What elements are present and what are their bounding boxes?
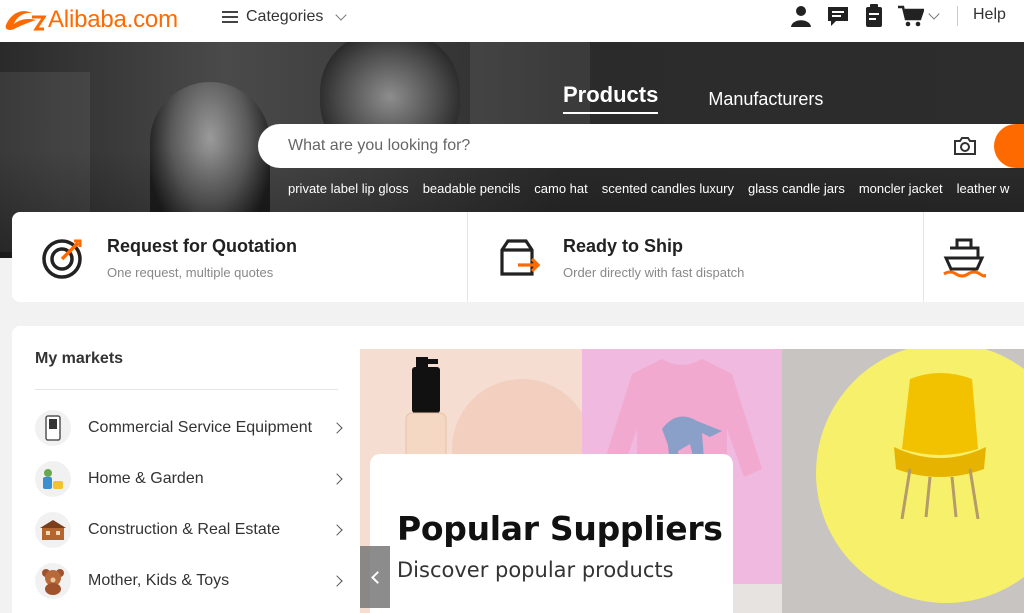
- search-tabs: Products Manufacturers: [563, 82, 823, 114]
- tab-products[interactable]: Products: [563, 82, 659, 114]
- cart-icon[interactable]: [898, 5, 940, 27]
- popular-suppliers-card[interactable]: Popular Suppliers Discover popular produ…: [370, 454, 733, 613]
- account-icon[interactable]: [790, 5, 812, 27]
- carousel-prev-button[interactable]: [360, 546, 390, 608]
- top-bar: Alibaba.com Categories Help: [0, 0, 1024, 42]
- help-link[interactable]: Help: [973, 6, 1006, 24]
- market-item-construction-real-estate[interactable]: Construction & Real Estate: [35, 510, 345, 550]
- trending-search-link[interactable]: private label lip gloss: [288, 181, 409, 196]
- chevron-right-icon: [331, 473, 343, 485]
- trending-search-link[interactable]: beadable pencils: [423, 181, 521, 196]
- categories-label: Categories: [246, 8, 324, 25]
- service-title: Request for Quotation: [107, 236, 297, 256]
- equipment-icon: [35, 410, 71, 446]
- chevron-right-icon: [331, 524, 343, 536]
- categories-menu[interactable]: Categories: [222, 6, 348, 28]
- alibaba-logo-icon: [5, 11, 46, 31]
- header-divider: [957, 6, 958, 26]
- trending-search-link[interactable]: glass candle jars: [748, 181, 845, 196]
- trending-search-link[interactable]: moncler jacket: [859, 181, 943, 196]
- service-subtitle: Order directly with fast dispatch: [563, 265, 745, 280]
- search-bar: [258, 124, 1024, 168]
- search-button[interactable]: [994, 124, 1024, 168]
- promo-carousel: Popular Suppliers Discover popular produ…: [360, 349, 1024, 613]
- chevron-down-icon: [928, 8, 940, 20]
- market-item-home-garden[interactable]: Home & Garden: [35, 459, 345, 499]
- service-title: Ready to Ship: [563, 236, 684, 256]
- yellow-chair-image: [894, 373, 986, 519]
- home-garden-icon: [35, 461, 71, 497]
- trending-search-link[interactable]: leather w: [957, 181, 1010, 196]
- orders-icon[interactable]: [864, 4, 884, 28]
- market-label: Mother, Kids & Toys: [88, 572, 230, 589]
- construction-icon: [35, 512, 71, 548]
- tab-manufacturers[interactable]: Manufacturers: [708, 89, 823, 114]
- chevron-left-icon: [370, 570, 384, 584]
- teddy-bear-icon: [35, 563, 71, 599]
- market-item-commercial-service-equipment[interactable]: Commercial Service Equipment: [35, 408, 345, 448]
- alibaba-logo[interactable]: Alibaba.com: [2, 3, 178, 37]
- services-strip: Request for Quotation One request, multi…: [12, 212, 1024, 302]
- target-icon: [42, 239, 82, 279]
- ship-icon: [943, 238, 986, 278]
- trending-searches: private label lip gloss beadable pencils…: [288, 181, 1009, 196]
- chevron-right-icon: [331, 575, 343, 587]
- market-label: Home & Garden: [88, 470, 204, 487]
- search-input[interactable]: [288, 137, 908, 155]
- camera-search-icon[interactable]: [953, 136, 977, 161]
- logo-text: Alibaba.com: [48, 6, 178, 33]
- chevron-right-icon: [331, 422, 343, 434]
- service-logistics[interactable]: [924, 212, 1024, 302]
- banner-title: Popular Suppliers: [397, 509, 723, 548]
- shipping-box-icon: [500, 239, 540, 276]
- messages-icon[interactable]: [826, 5, 850, 27]
- service-request-for-quotation[interactable]: Request for Quotation One request, multi…: [12, 212, 468, 302]
- chevron-down-icon: [335, 9, 348, 21]
- trending-search-link[interactable]: camo hat: [534, 181, 587, 196]
- market-label: Construction & Real Estate: [88, 521, 281, 538]
- trending-search-link[interactable]: scented candles luxury: [602, 181, 734, 196]
- service-subtitle: One request, multiple quotes: [107, 265, 274, 280]
- divider: [35, 389, 338, 390]
- my-markets-title: My markets: [35, 350, 124, 367]
- market-label: Commercial Service Equipment: [88, 419, 313, 436]
- hamburger-icon: [222, 11, 238, 23]
- banner-subtitle: Discover popular products: [397, 558, 674, 582]
- header-actions: [790, 0, 940, 32]
- market-item-mother-kids-toys[interactable]: Mother, Kids & Toys: [35, 561, 345, 601]
- main-panel: My markets Commercial Service Equipment …: [12, 326, 1024, 613]
- service-ready-to-ship[interactable]: Ready to Ship Order directly with fast d…: [468, 212, 924, 302]
